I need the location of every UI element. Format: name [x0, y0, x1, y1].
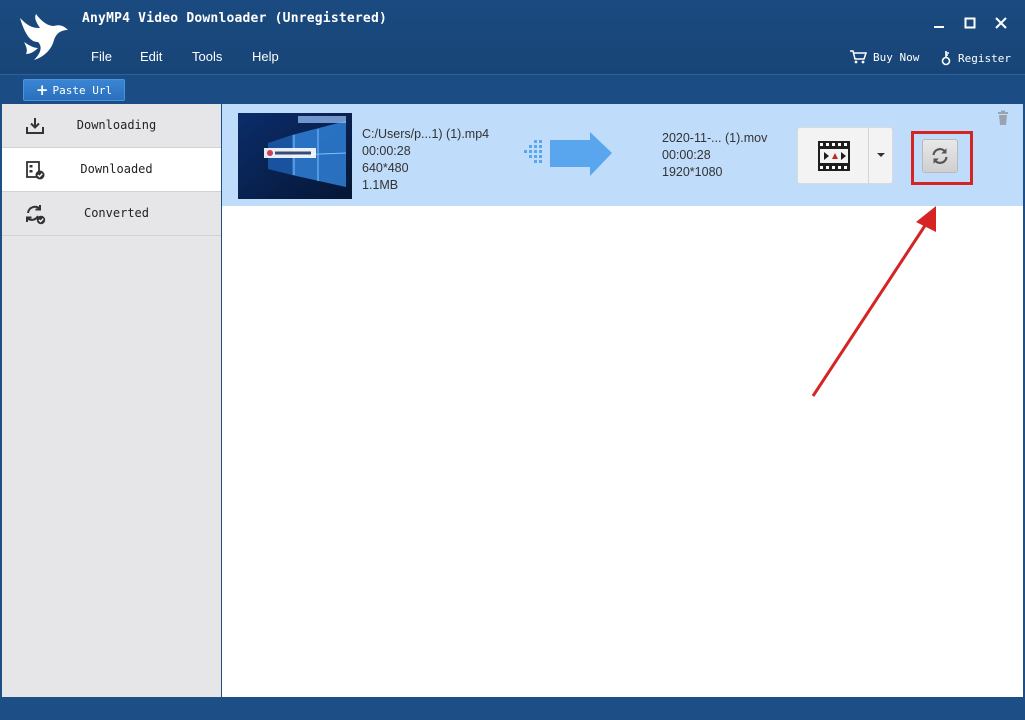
- output-name: 2020-11-... (1).mov: [662, 131, 768, 145]
- plus-icon: +: [35, 80, 49, 99]
- menu-help[interactable]: Help: [252, 49, 279, 64]
- source-duration: 00:00:28: [362, 144, 411, 158]
- convert-arrow-icon: [524, 132, 612, 176]
- output-resolution: 1920*1080: [662, 165, 723, 179]
- paste-url-label: Paste Url: [52, 83, 113, 97]
- source-info: C:/Users/p...1) (1).mp4 00:00:28 640*480…: [362, 126, 489, 194]
- window-title: AnyMP4 Video Downloader (Unregistered): [82, 11, 388, 26]
- sidebar-item-converted[interactable]: Converted: [2, 192, 221, 236]
- title-bar: AnyMP4 Video Downloader (Unregistered) F…: [0, 0, 1025, 74]
- minimize-icon: [934, 26, 944, 28]
- close-icon: [995, 17, 1007, 29]
- output-info: 2020-11-... (1).mov 00:00:28 1920*1080: [662, 130, 767, 181]
- file-list: C:/Users/p...1) (1).mp4 00:00:28 640*480…: [222, 104, 1023, 697]
- sidebar-item-label: Downloaded: [80, 162, 153, 176]
- format-divider: [868, 128, 869, 183]
- sidebar-item-label: Converted: [83, 206, 150, 220]
- status-bar: [0, 697, 1025, 720]
- bird-logo-icon: [20, 14, 68, 60]
- video-thumbnail[interactable]: [238, 113, 352, 199]
- cart-icon: [850, 50, 867, 64]
- chevron-down-icon[interactable]: [876, 150, 886, 160]
- key-icon: [941, 51, 951, 66]
- register-button[interactable]: Register: [940, 50, 1011, 66]
- list-item[interactable]: C:/Users/p...1) (1).mp4 00:00:28 640*480…: [222, 104, 1023, 206]
- source-size: 1.1MB: [362, 178, 399, 192]
- output-duration: 00:00:28: [662, 148, 711, 162]
- register-label: Register: [958, 51, 1011, 65]
- sidebar-item-downloaded[interactable]: Downloaded: [2, 148, 221, 192]
- highlight-box: [911, 131, 973, 185]
- video-thumbnail-image: [238, 113, 352, 199]
- annotation-arrow: [811, 206, 936, 397]
- output-format-selector[interactable]: [797, 127, 893, 184]
- minimize-button[interactable]: [928, 12, 950, 34]
- buy-now-button[interactable]: Buy Now: [849, 50, 919, 64]
- menu-edit[interactable]: Edit: [140, 49, 162, 64]
- trash-icon[interactable]: [996, 110, 1010, 126]
- menu-tools[interactable]: Tools: [192, 49, 222, 64]
- menu-file[interactable]: File: [91, 49, 112, 64]
- sidebar: Downloading Downloaded Converted: [2, 104, 221, 697]
- maximize-button[interactable]: [959, 12, 981, 34]
- buy-now-label: Buy Now: [873, 50, 920, 64]
- sidebar-item-label: Downloading: [76, 118, 157, 132]
- source-path: C:/Users/p...1) (1).mp4: [362, 127, 490, 141]
- source-resolution: 640*480: [362, 161, 409, 175]
- close-button[interactable]: [990, 12, 1012, 34]
- video-format-icon: [818, 141, 850, 171]
- paste-url-button[interactable]: + Paste Url: [23, 79, 125, 101]
- maximize-icon: [964, 17, 976, 29]
- sidebar-item-downloading[interactable]: Downloading: [2, 104, 221, 148]
- toolbar: + Paste Url: [0, 74, 1025, 104]
